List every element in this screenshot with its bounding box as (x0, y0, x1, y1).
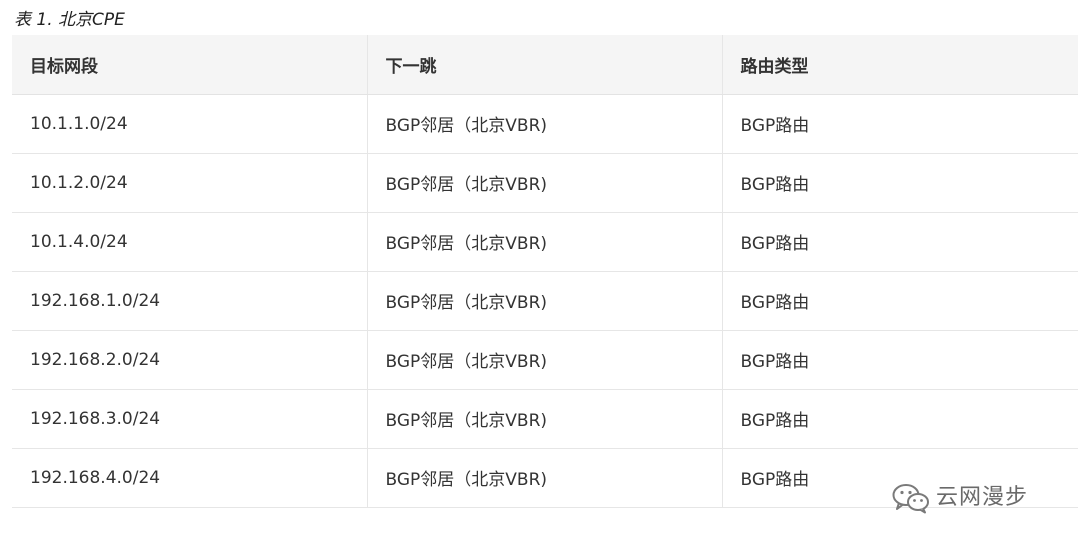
cell-route-type: BGP路由 (721, 94, 1078, 154)
table-row: 192.168.1.0/24 BGP邻居（北京VBR) BGP路由 (12, 271, 1078, 331)
cell-target-subnet: 192.168.2.0/24 (12, 330, 367, 390)
cell-target-subnet: 10.1.4.0/24 (12, 212, 367, 272)
cell-next-hop: BGP邻居（北京VBR) (366, 330, 722, 390)
table-row: 192.168.3.0/24 BGP邻居（北京VBR) BGP路由 (12, 389, 1078, 449)
cell-next-hop: BGP邻居（北京VBR) (366, 448, 722, 508)
cell-target-subnet: 10.1.1.0/24 (12, 94, 367, 154)
table-row: 192.168.2.0/24 BGP邻居（北京VBR) BGP路由 (12, 330, 1078, 390)
cell-route-type: BGP路由 (721, 212, 1078, 272)
cell-next-hop: BGP邻居（北京VBR) (366, 389, 722, 449)
table-row: 10.1.4.0/24 BGP邻居（北京VBR) BGP路由 (12, 212, 1078, 272)
cell-route-type: BGP路由 (721, 153, 1078, 213)
cell-target-subnet: 10.1.2.0/24 (12, 153, 367, 213)
header-target-subnet: 目标网段 (12, 35, 367, 95)
cell-next-hop: BGP邻居（北京VBR) (366, 153, 722, 213)
wechat-icon (892, 484, 929, 514)
table-header-row: 目标网段 下一跳 路由类型 (12, 35, 1078, 95)
cell-next-hop: BGP邻居（北京VBR) (366, 271, 722, 331)
cell-route-type: BGP路由 (721, 330, 1078, 390)
table-row: 10.1.2.0/24 BGP邻居（北京VBR) BGP路由 (12, 153, 1078, 213)
cell-route-type: BGP路由 (721, 389, 1078, 449)
header-next-hop: 下一跳 (366, 35, 722, 95)
table-caption: 表 1. 北京CPE (14, 10, 125, 30)
cell-next-hop: BGP邻居（北京VBR) (366, 212, 722, 272)
cell-target-subnet: 192.168.1.0/24 (12, 271, 367, 331)
cell-target-subnet: 192.168.4.0/24 (12, 448, 367, 508)
table-row: 10.1.1.0/24 BGP邻居（北京VBR) BGP路由 (12, 94, 1078, 154)
route-table: 目标网段 下一跳 路由类型 10.1.1.0/24 BGP邻居（北京VBR) B… (12, 35, 1078, 508)
watermark: 云网漫步 (892, 482, 1028, 514)
watermark-text: 云网漫步 (936, 485, 1029, 510)
cell-route-type: BGP路由 (721, 271, 1078, 331)
cell-next-hop: BGP邻居（北京VBR) (366, 94, 722, 154)
cell-target-subnet: 192.168.3.0/24 (12, 389, 367, 449)
header-route-type: 路由类型 (721, 35, 1078, 95)
